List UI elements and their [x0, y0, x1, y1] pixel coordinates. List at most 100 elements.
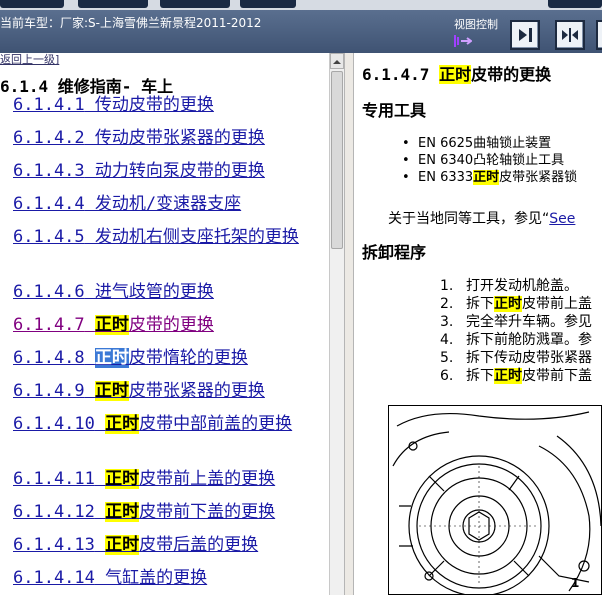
text-segment: 皮带中部前盖的更换 — [139, 414, 293, 434]
text-segment: 拆下前舱防溅罩。参 — [466, 332, 592, 348]
toc-item[interactable]: 6.1.4.1 传动皮带的更换 — [0, 93, 326, 117]
search-highlight: 正时 — [494, 368, 522, 384]
step-number: 3. — [440, 314, 454, 330]
toc-item[interactable]: 6.1.4.13 正时皮带后盖的更换 — [0, 533, 326, 557]
top-tab[interactable] — [240, 0, 296, 8]
toc-link[interactable]: 6.1.4.10 正时皮带中部前盖的更换 — [0, 414, 292, 434]
toc-link[interactable]: 6.1.4.13 正时皮带后盖的更换 — [0, 535, 258, 555]
search-highlight: 正时 — [94, 381, 129, 401]
split-arrows-icon — [562, 28, 578, 42]
equivalent-tools-label: 关于当地同等工具，参见“ — [388, 211, 550, 227]
scroll-up-arrow[interactable] — [330, 53, 344, 69]
text-segment — [85, 381, 95, 401]
text-segment — [95, 535, 105, 555]
toc-link[interactable]: 6.1.4.3 动力转向泵皮带的更换 — [0, 161, 265, 181]
text-segment: 皮带张紧器锁 — [499, 170, 578, 185]
toc-number: 6.1.4.3 — [13, 161, 85, 181]
view-toggle-icon[interactable] — [454, 34, 472, 48]
text-segment: 拆下 — [466, 296, 494, 312]
toc-link[interactable]: 6.1.4.4 发动机/变速器支座 — [0, 194, 241, 214]
scroll-thumb[interactable] — [331, 71, 343, 249]
timing-pulley-illustration — [392, 411, 601, 594]
text-segment: EN 6333 — [418, 170, 474, 185]
toc-item[interactable]: 6.1.4.4 发动机/变速器支座 — [0, 192, 326, 216]
toc-link[interactable]: 6.1.4.1 传动皮带的更换 — [0, 95, 214, 115]
text-segment: 发动机/变速器支座 — [84, 194, 242, 214]
search-highlight: 正时 — [94, 315, 129, 335]
partial-toolbar-button[interactable] — [596, 20, 602, 50]
removal-steps: 1. 打开发动机舱盖。 2. 拆下正时皮带前上盖 3. 完全举升车辆。参见 4. 拆下前舱防溅… — [440, 277, 592, 385]
toc-item[interactable]: 6.1.4.9 正时皮带张紧器的更换 — [0, 379, 326, 403]
toc-item[interactable]: 6.1.4.14 气缸盖的更换 — [0, 566, 326, 590]
show-right-panel-button[interactable] — [510, 20, 540, 50]
toc-link[interactable]: 6.1.4.9 正时皮带张紧器的更换 — [0, 381, 265, 401]
arrow-right-icon — [519, 28, 532, 42]
toc-number: 6.1.4.5 — [13, 227, 85, 247]
split-panels-button[interactable] — [555, 20, 585, 50]
removal-step: 6. 拆下正时皮带前下盖 — [440, 367, 592, 385]
back-link[interactable]: 返回上一级] — [0, 53, 59, 67]
toc-link[interactable]: 6.1.4.14 气缸盖的更换 — [0, 568, 207, 588]
toc-number: 6.1.4.7 — [13, 315, 85, 335]
search-highlight: 正时 — [494, 296, 522, 312]
equivalent-tools-text: 关于当地同等工具，参见“See — [388, 208, 575, 228]
search-highlight: 正时 — [473, 170, 500, 185]
text-segment: 拆下 — [466, 368, 494, 384]
toc-item[interactable]: 6.1.4.8 正时皮带惰轮的更换 — [0, 346, 326, 370]
text-segment: 气缸盖的更换 — [94, 568, 208, 588]
toc-item[interactable]: 6.1.4.12 正时皮带前下盖的更换 — [0, 500, 326, 524]
text-segment: 传动皮带的更换 — [84, 95, 214, 115]
text-segment — [85, 315, 95, 335]
text-segment: 打开发动机舱盖。 — [466, 278, 578, 294]
text-segment: 皮带后盖的更换 — [139, 535, 259, 555]
toc-link[interactable]: 6.1.4.12 正时皮带前下盖的更换 — [0, 502, 275, 522]
toc-item[interactable]: 6.1.4.5 发动机右侧支座托架的更换 — [0, 225, 326, 249]
toc-item[interactable]: 6.1.4.2 传动皮带张紧器的更换 — [0, 126, 326, 150]
see-link[interactable]: See — [549, 211, 575, 227]
text-segment — [95, 414, 105, 434]
toc-link[interactable]: 6.1.4.5 发动机右侧支座托架的更换 — [0, 227, 299, 247]
toc-item[interactable]: 6.1.4.6 进气歧管的更换 — [0, 280, 326, 304]
text-segment: 完全举升车辆。参见 — [466, 314, 592, 330]
toc-number: 6.1.4.4 — [13, 194, 85, 214]
toc-number: 6.1.4.13 — [13, 535, 95, 555]
toc-item[interactable]: 6.1.4.10 正时皮带中部前盖的更换 — [0, 412, 326, 436]
window-top-strip — [0, 0, 602, 10]
engine-diagram-figure: 1 — [388, 405, 602, 595]
search-highlight: 正时 — [105, 469, 140, 489]
removal-step: 2. 拆下正时皮带前上盖 — [440, 295, 592, 313]
tools-list: EN 6625曲轴锁止装置EN 6340凸轮轴锁止工具EN 6333正时皮带张紧… — [402, 135, 577, 186]
toc-number: 6.1.4.9 — [13, 381, 85, 401]
toc-item[interactable]: 6.1.4.11 正时皮带前上盖的更换 — [0, 467, 326, 491]
top-tab[interactable] — [0, 0, 64, 8]
text-segment — [95, 469, 105, 489]
text-segment: 皮带前上盖的更换 — [139, 469, 276, 489]
toc-item[interactable]: 6.1.4.7 正时皮带的更换 — [0, 313, 326, 337]
figure-callout-number: 1 — [571, 576, 580, 590]
tools-heading: 专用工具 — [362, 101, 427, 120]
toc-item[interactable]: 6.1.4.3 动力转向泵皮带的更换 — [0, 159, 326, 183]
text-segment: 拆下传动皮带张紧器 — [466, 350, 592, 366]
toc-link[interactable]: 6.1.4.11 正时皮带前上盖的更换 — [0, 469, 275, 489]
top-tab[interactable] — [78, 0, 148, 8]
toc-link[interactable]: 6.1.4.2 传动皮带张紧器的更换 — [0, 128, 265, 148]
toc-scrollbar[interactable] — [329, 53, 344, 595]
top-tab[interactable] — [160, 0, 230, 8]
step-number: 6. — [440, 368, 454, 384]
toc-panel: 返回上一级] 6.1.4 维修指南- 车上 6.1.4.1 传动皮带的更换 6.1… — [0, 53, 329, 595]
toc-number: 6.1.4.1 — [13, 95, 85, 115]
toc-link[interactable]: 6.1.4.8 正时皮带惰轮的更换 — [0, 348, 248, 368]
toc-link[interactable]: 6.1.4.7 正时皮带的更换 — [0, 315, 214, 335]
step-number: 4. — [440, 332, 454, 348]
text-segment: 发动机右侧支座托架的更换 — [84, 227, 299, 247]
toc-number: 6.1.4.6 — [13, 282, 85, 302]
view-control-label: 视图控制 — [454, 18, 498, 31]
panel-splitter[interactable] — [344, 53, 354, 595]
removal-step: 1. 打开发动机舱盖。 — [440, 277, 592, 295]
text-segment: 皮带的更换 — [128, 315, 214, 335]
top-tab[interactable] — [548, 0, 602, 8]
text-segment: 传动皮带张紧器的更换 — [84, 128, 265, 148]
toc-link[interactable]: 6.1.4.6 进气歧管的更换 — [0, 282, 214, 302]
toc-number: 6.1.4.14 — [13, 568, 95, 588]
search-highlight: 正时 — [105, 502, 140, 522]
